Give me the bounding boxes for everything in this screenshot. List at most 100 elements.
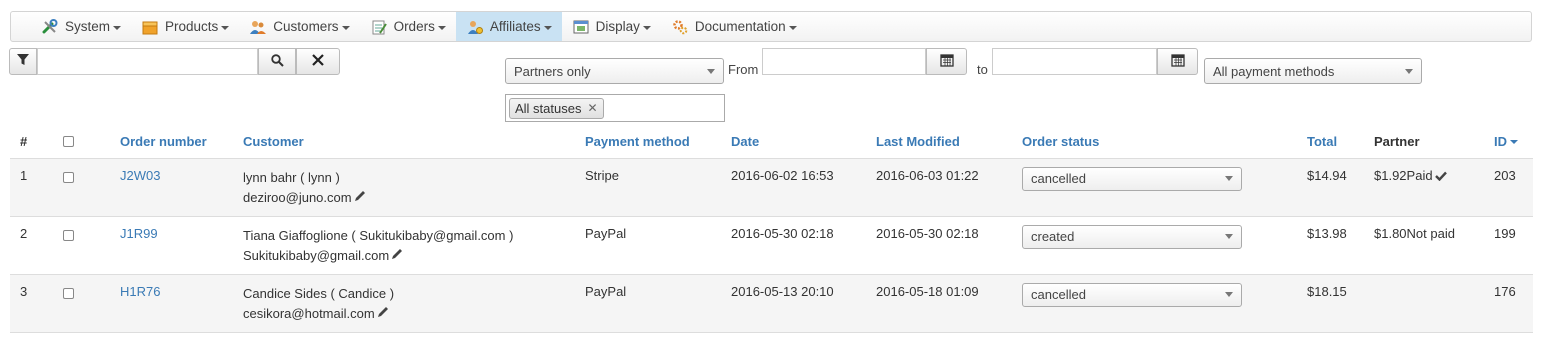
total-cell: $13.98 xyxy=(1297,216,1364,275)
search-button[interactable] xyxy=(258,48,296,75)
partners-select[interactable]: Partners only xyxy=(505,58,724,84)
col-header-customer[interactable]: Customer xyxy=(233,125,575,159)
orders-table: # Order number Customer Payment method D… xyxy=(10,125,1533,333)
order-number-cell: J1R99 xyxy=(110,216,233,275)
row-checkbox[interactable] xyxy=(63,287,74,299)
remove-tag-icon[interactable]: ✕ xyxy=(587,101,597,115)
menu-display[interactable]: Display xyxy=(562,12,661,41)
partner-amount: $1.80 xyxy=(1374,225,1407,241)
menu-orders[interactable]: Orders xyxy=(360,12,456,41)
row-select-cell xyxy=(53,216,110,275)
chevron-down-icon xyxy=(437,25,446,30)
col-header-date[interactable]: Date xyxy=(721,125,866,159)
order-number-cell: H1R76 xyxy=(110,274,233,333)
status-multiselect[interactable]: All statuses ✕ xyxy=(505,94,725,122)
customer-email: Sukitukibaby@gmail.com xyxy=(243,247,390,263)
users-icon xyxy=(249,18,267,36)
menu-display-label: Display xyxy=(595,19,640,34)
row-checkbox[interactable] xyxy=(63,171,74,183)
chevron-down-icon xyxy=(341,25,350,30)
last-modified-cell: 2016-05-18 01:09 xyxy=(866,274,1012,333)
customer-cell: Tiana Giaffoglione ( Sukitukibaby@gmail.… xyxy=(233,216,575,275)
order-status-select[interactable]: created xyxy=(1022,224,1242,249)
clear-search-button[interactable] xyxy=(296,48,340,75)
select-all-checkbox[interactable] xyxy=(63,136,74,148)
edit-pencil-icon[interactable] xyxy=(391,246,403,266)
order-status-cell: created xyxy=(1012,216,1297,275)
customer-cell: Candice Sides ( Candice ) cesikora@hotma… xyxy=(233,274,575,333)
gears-icon xyxy=(671,18,689,36)
order-status-select[interactable]: cancelled xyxy=(1022,166,1242,191)
edit-pencil-icon[interactable] xyxy=(377,304,389,324)
chevron-down-icon xyxy=(543,25,552,30)
partner-cell: $1.92Paid xyxy=(1364,158,1484,217)
partner-status: Not paid xyxy=(1406,225,1455,241)
partner-amount: $1.92 xyxy=(1374,167,1407,183)
col-header-total[interactable]: Total xyxy=(1297,125,1364,159)
main-menu-bar: System Products Customers Orders Affilia… xyxy=(10,11,1532,42)
chevron-down-icon xyxy=(1405,68,1413,74)
customer-cell: lynn bahr ( lynn ) deziroo@juno.com xyxy=(233,158,575,217)
customer-email: deziroo@juno.com xyxy=(243,189,352,205)
col-header-order-number[interactable]: Order number xyxy=(110,125,233,159)
order-number-link[interactable]: J1R99 xyxy=(120,226,158,241)
menu-affiliates[interactable]: Affiliates xyxy=(455,12,562,41)
order-status-select[interactable]: cancelled xyxy=(1022,282,1242,307)
col-header-last-modified[interactable]: Last Modified xyxy=(866,125,1012,159)
menu-orders-label: Orders xyxy=(393,19,435,34)
date-from-input[interactable] xyxy=(762,48,926,75)
row-num: 2 xyxy=(10,216,53,275)
menu-products[interactable]: Products xyxy=(131,12,239,41)
chevron-down-icon xyxy=(1225,176,1233,181)
date-from-picker-button[interactable] xyxy=(926,48,967,75)
partner-cell: $1.80Not paid xyxy=(1364,216,1484,275)
order-number-cell: J2W03 xyxy=(110,158,233,217)
payment-method-cell: PayPal xyxy=(575,216,721,275)
partners-select-value: Partners only xyxy=(514,63,591,79)
partner-status: Paid xyxy=(1406,167,1433,183)
total-cell: $14.94 xyxy=(1297,158,1364,217)
status-tag-label: All statuses xyxy=(515,100,582,116)
sort-desc-icon xyxy=(1510,140,1518,145)
order-status-cell: cancelled xyxy=(1012,158,1297,217)
search-input[interactable] xyxy=(37,48,258,75)
status-tag: All statuses ✕ xyxy=(509,97,604,119)
col-header-payment-method[interactable]: Payment method xyxy=(575,125,721,159)
order-number-link[interactable]: H1R76 xyxy=(120,284,160,299)
id-cell: 203 xyxy=(1484,158,1533,217)
order-number-link[interactable]: J2W03 xyxy=(120,168,160,183)
calendar-icon xyxy=(1170,53,1185,70)
menu-documentation[interactable]: Documentation xyxy=(661,12,807,41)
chevron-down-icon xyxy=(221,25,230,30)
edit-pencil-icon[interactable] xyxy=(354,188,366,208)
payment-method-cell: Stripe xyxy=(575,158,721,217)
date-to-input[interactable] xyxy=(992,48,1157,75)
affiliate-icon xyxy=(466,18,484,36)
to-label: to xyxy=(977,62,988,77)
col-header-order-status[interactable]: Order status xyxy=(1012,125,1297,159)
customer-name: Tiana Giaffoglione ( Sukitukibaby@gmail.… xyxy=(243,227,514,243)
menu-system[interactable]: System xyxy=(31,12,131,41)
row-checkbox[interactable] xyxy=(63,229,74,241)
table-row: 1 J2W03 lynn bahr ( lynn ) deziroo@juno.… xyxy=(10,158,1533,217)
payment-method-select[interactable]: All payment methods xyxy=(1204,58,1422,84)
customer-email: cesikora@hotmail.com xyxy=(243,305,375,321)
date-to-picker-button[interactable] xyxy=(1157,48,1198,75)
col-header-id[interactable]: ID xyxy=(1484,125,1533,159)
check-icon xyxy=(1434,169,1447,184)
date-cell: 2016-06-02 16:53 xyxy=(721,158,866,217)
order-status-value: cancelled xyxy=(1031,171,1086,186)
payment-method-select-value: All payment methods xyxy=(1213,63,1335,79)
last-modified-cell: 2016-05-30 02:18 xyxy=(866,216,1012,275)
order-status-cell: cancelled xyxy=(1012,274,1297,333)
menu-customers[interactable]: Customers xyxy=(239,12,359,41)
col-header-num: # xyxy=(10,125,53,159)
menu-documentation-label: Documentation xyxy=(694,19,786,34)
filter-toggle-button[interactable] xyxy=(9,48,37,75)
col-header-id-label: ID xyxy=(1494,133,1507,149)
menu-affiliates-label: Affiliates xyxy=(489,19,541,34)
clipboard-icon xyxy=(370,18,388,36)
display-icon xyxy=(572,18,590,36)
id-cell: 176 xyxy=(1484,274,1533,333)
from-label: From xyxy=(728,62,759,77)
